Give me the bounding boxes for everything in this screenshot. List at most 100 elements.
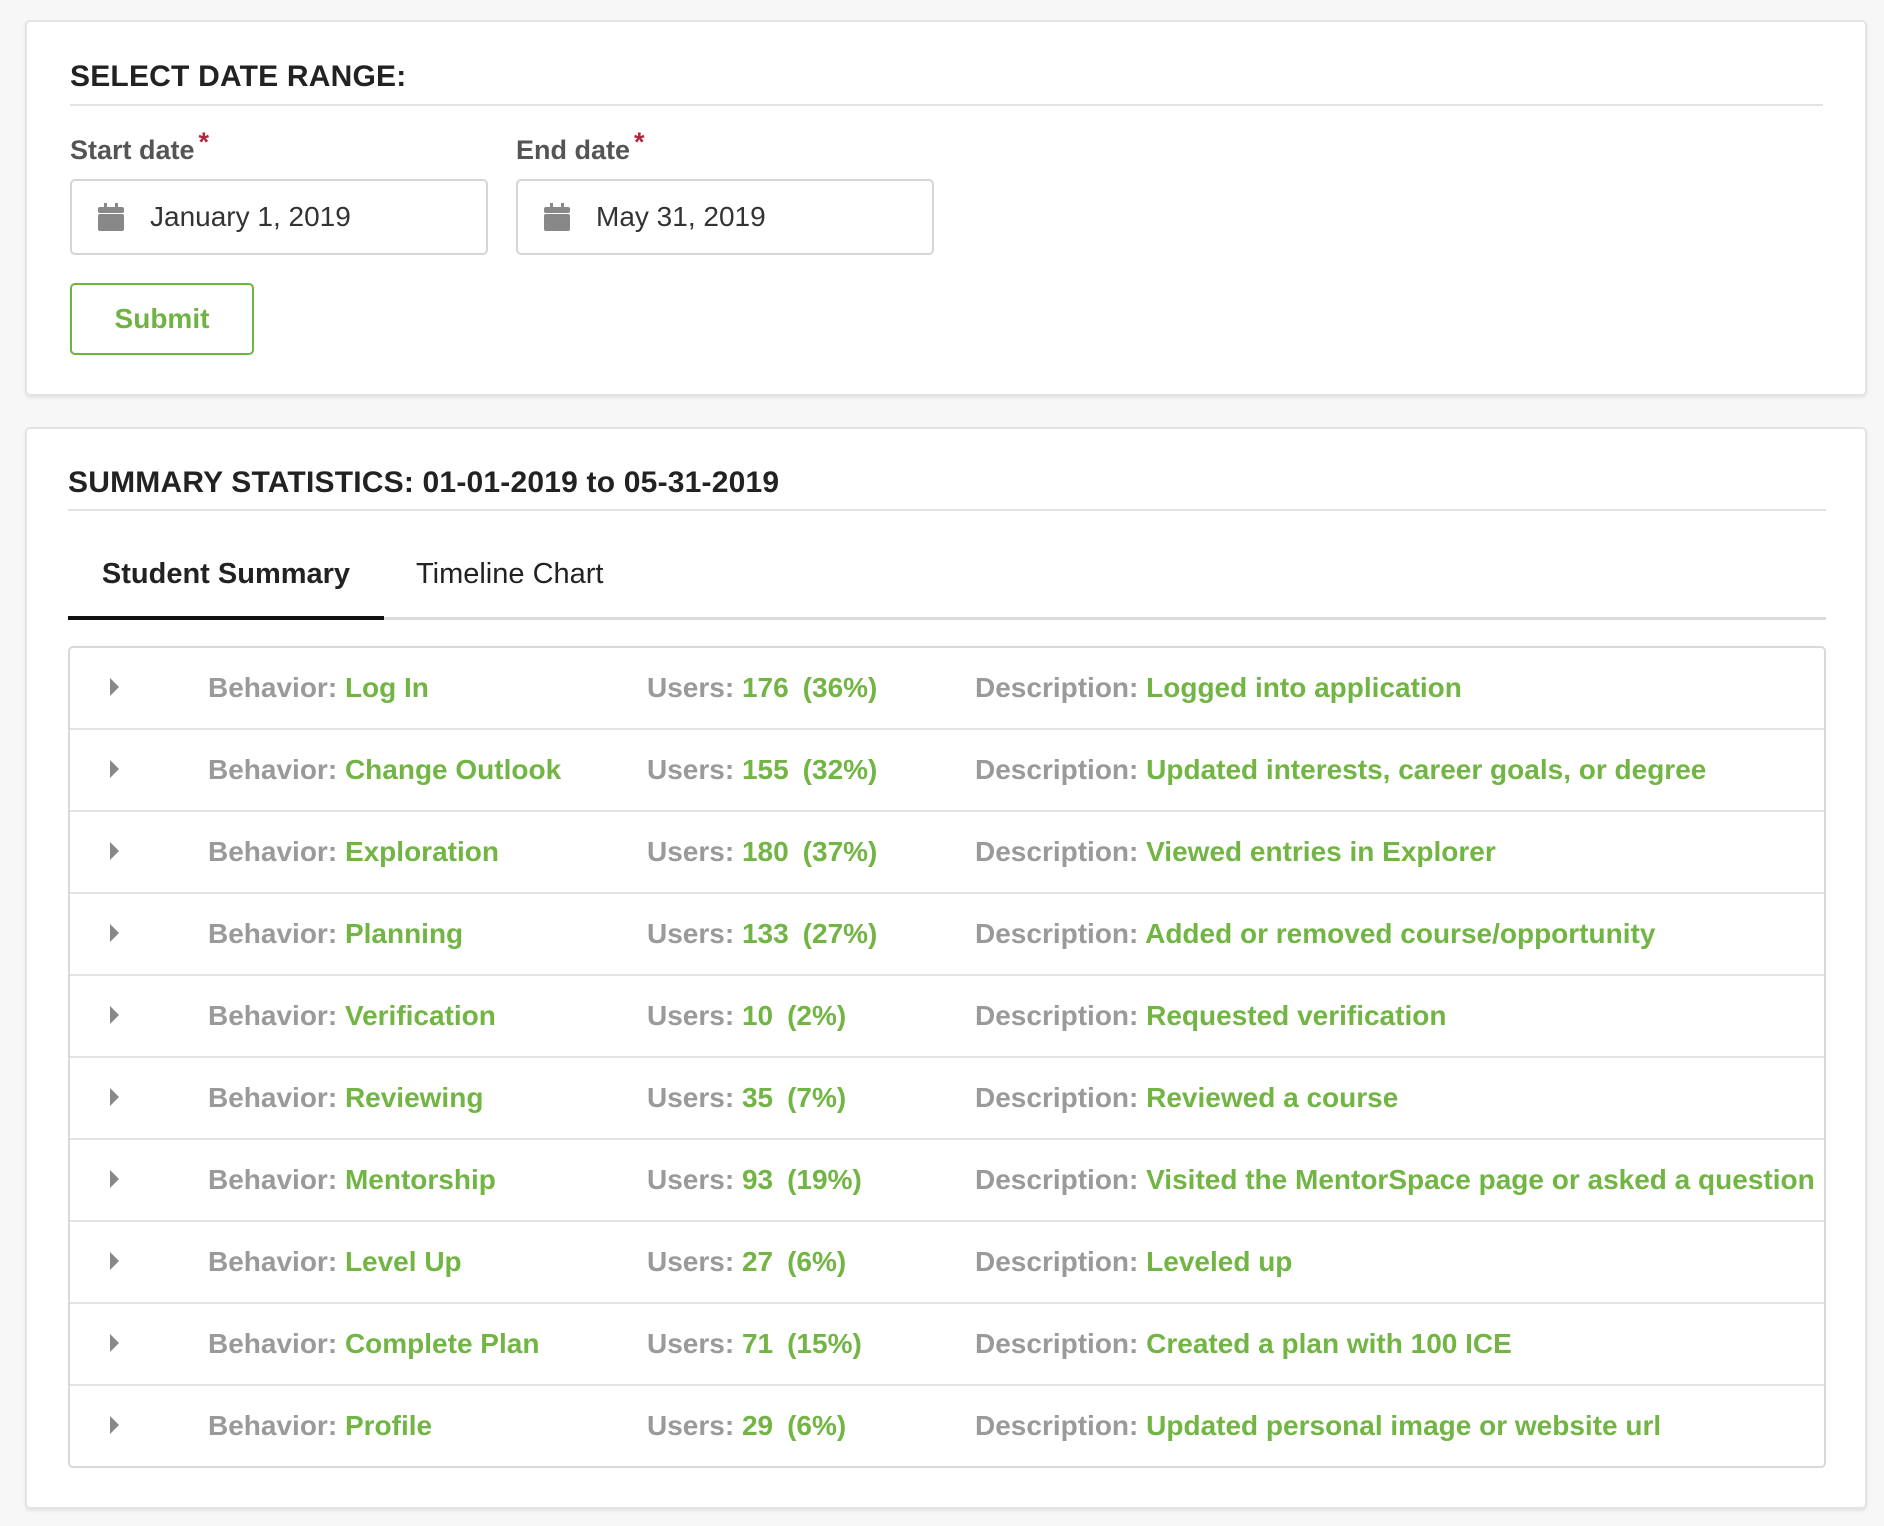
- behavior-label: Behavior:: [208, 1328, 338, 1359]
- users-cell: Users: 10 (2%): [647, 1000, 846, 1032]
- start-date-label-text: Start date: [70, 135, 195, 165]
- description-cell: Description: Created a plan with 100 ICE: [975, 1328, 1512, 1360]
- expand-caret-icon[interactable]: [110, 678, 119, 696]
- start-date-value: January 1, 2019: [150, 201, 351, 232]
- table-row[interactable]: Behavior: Complete Plan Users: 71 (15%) D…: [70, 1304, 1824, 1386]
- expand-caret-icon[interactable]: [110, 842, 119, 860]
- users-count: 133: [741, 918, 789, 949]
- behavior-cell: Behavior: Mentorship: [208, 1164, 496, 1196]
- users-percent: (7%): [787, 1082, 847, 1113]
- summary-title: SUMMARY STATISTICS: 01-01-2019 to 05-31-…: [68, 466, 780, 499]
- description-label: Description:: [975, 1000, 1139, 1031]
- description-cell: Description: Leveled up: [975, 1246, 1292, 1278]
- behavior-cell: Behavior: Log In: [208, 672, 429, 704]
- description-value: Requested verification: [1146, 1000, 1447, 1031]
- users-percent: (27%): [802, 918, 878, 949]
- users-label: Users:: [647, 754, 735, 785]
- users-count: 180: [741, 836, 789, 867]
- behavior-label: Behavior:: [208, 1164, 338, 1195]
- description-label: Description:: [975, 1328, 1139, 1359]
- users-label: Users:: [647, 1082, 735, 1113]
- behavior-value: Log In: [344, 672, 429, 703]
- description-cell: Description: Added or removed course/opp…: [975, 918, 1655, 950]
- behavior-value: Level Up: [344, 1246, 462, 1277]
- users-percent: (32%): [802, 754, 878, 785]
- users-cell: Users: 133 (27%): [647, 918, 877, 950]
- expand-caret-icon[interactable]: [110, 1252, 119, 1270]
- behavior-cell: Behavior: Verification: [208, 1000, 496, 1032]
- tab-timeline-chart[interactable]: Timeline Chart: [416, 558, 603, 591]
- description-label: Description:: [975, 918, 1139, 949]
- users-cell: Users: 71 (15%): [647, 1328, 862, 1360]
- users-percent: (19%): [787, 1164, 862, 1195]
- start-date-required-mark: *: [198, 127, 210, 157]
- users-percent: (36%): [802, 672, 878, 703]
- expand-caret-icon[interactable]: [110, 1006, 119, 1024]
- users-cell: Users: 27 (6%): [647, 1246, 846, 1278]
- description-value: Leveled up: [1146, 1246, 1293, 1277]
- description-cell: Description: Updated personal image or w…: [975, 1410, 1661, 1442]
- description-label: Description:: [975, 1246, 1139, 1277]
- end-date-label: End date *: [516, 127, 645, 166]
- start-date-field[interactable]: January 1, 2019: [70, 179, 488, 255]
- behavior-label: Behavior:: [208, 1410, 338, 1441]
- description-value: Logged into application: [1146, 672, 1462, 703]
- table-row[interactable]: Behavior: Planning Users: 133 (27%) Descr…: [70, 894, 1824, 976]
- users-count: 93: [741, 1164, 774, 1195]
- users-count: 29: [741, 1410, 774, 1441]
- description-value: Reviewed a course: [1146, 1082, 1399, 1113]
- users-cell: Users: 155 (32%): [647, 754, 877, 786]
- behavior-cell: Behavior: Profile: [208, 1410, 432, 1442]
- users-percent: (6%): [787, 1410, 847, 1441]
- table-row[interactable]: Behavior: Verification Users: 10 (2%) Des…: [70, 976, 1824, 1058]
- behavior-value: Change Outlook: [344, 754, 562, 785]
- expand-caret-icon[interactable]: [110, 924, 119, 942]
- users-percent: (6%): [787, 1246, 847, 1277]
- users-percent: (15%): [787, 1328, 862, 1359]
- behavior-label: Behavior:: [208, 1246, 338, 1277]
- table-row[interactable]: Behavior: Mentorship Users: 93 (19%) Desc…: [70, 1140, 1824, 1222]
- expand-caret-icon[interactable]: [110, 1416, 119, 1434]
- users-cell: Users: 176 (36%): [647, 672, 877, 704]
- description-value: Added or removed course/opportunity: [1145, 918, 1656, 949]
- behavior-value: Verification: [344, 1000, 496, 1031]
- users-label: Users:: [647, 1246, 735, 1277]
- table-row[interactable]: Behavior: Level Up Users: 27 (6%) Descrip…: [70, 1222, 1824, 1304]
- behavior-label: Behavior:: [208, 1000, 338, 1031]
- description-value: Viewed entries in Explorer: [1146, 836, 1496, 867]
- users-percent: (37%): [802, 836, 878, 867]
- behavior-value: Profile: [344, 1410, 433, 1441]
- behavior-label: Behavior:: [208, 1082, 338, 1113]
- expand-caret-icon[interactable]: [110, 760, 119, 778]
- expand-caret-icon[interactable]: [110, 1088, 119, 1106]
- table-row[interactable]: Behavior: Exploration Users: 180 (37%) De…: [70, 812, 1824, 894]
- table-row[interactable]: Behavior: Log In Users: 176 (36%) Descrip…: [70, 648, 1824, 730]
- description-label: Description:: [975, 754, 1139, 785]
- users-count: 155: [741, 754, 789, 785]
- users-count: 35: [741, 1082, 774, 1113]
- behavior-cell: Behavior: Change Outlook: [208, 754, 561, 786]
- users-label: Users:: [647, 918, 735, 949]
- calendar-icon: [98, 203, 124, 231]
- table-row[interactable]: Behavior: Profile Users: 29 (6%) Descript…: [70, 1386, 1824, 1466]
- expand-caret-icon[interactable]: [110, 1334, 119, 1352]
- tab-student-summary[interactable]: Student Summary: [68, 558, 384, 620]
- expand-caret-icon[interactable]: [110, 1170, 119, 1188]
- description-label: Description:: [975, 836, 1139, 867]
- behavior-cell: Behavior: Level Up: [208, 1246, 462, 1278]
- users-cell: Users: 180 (37%): [647, 836, 877, 868]
- description-cell: Description: Viewed entries in Explorer: [975, 836, 1496, 868]
- end-date-required-mark: *: [634, 127, 645, 157]
- behavior-value: Planning: [344, 918, 464, 949]
- description-cell: Description: Visited the MentorSpace pag…: [975, 1164, 1815, 1196]
- table-row[interactable]: Behavior: Reviewing Users: 35 (7%) Descri…: [70, 1058, 1824, 1140]
- submit-button[interactable]: Submit: [70, 283, 254, 355]
- summary-divider: [68, 509, 1826, 511]
- behavior-label: Behavior:: [208, 672, 338, 703]
- description-label: Description:: [975, 1164, 1139, 1195]
- summary-tabs: Student Summary Timeline Chart: [68, 530, 1826, 620]
- description-label: Description:: [975, 1410, 1139, 1441]
- end-date-field[interactable]: May 31, 2019: [516, 179, 934, 255]
- table-row[interactable]: Behavior: Change Outlook Users: 155 (32%)…: [70, 730, 1824, 812]
- description-cell: Description: Updated interests, career g…: [975, 754, 1706, 786]
